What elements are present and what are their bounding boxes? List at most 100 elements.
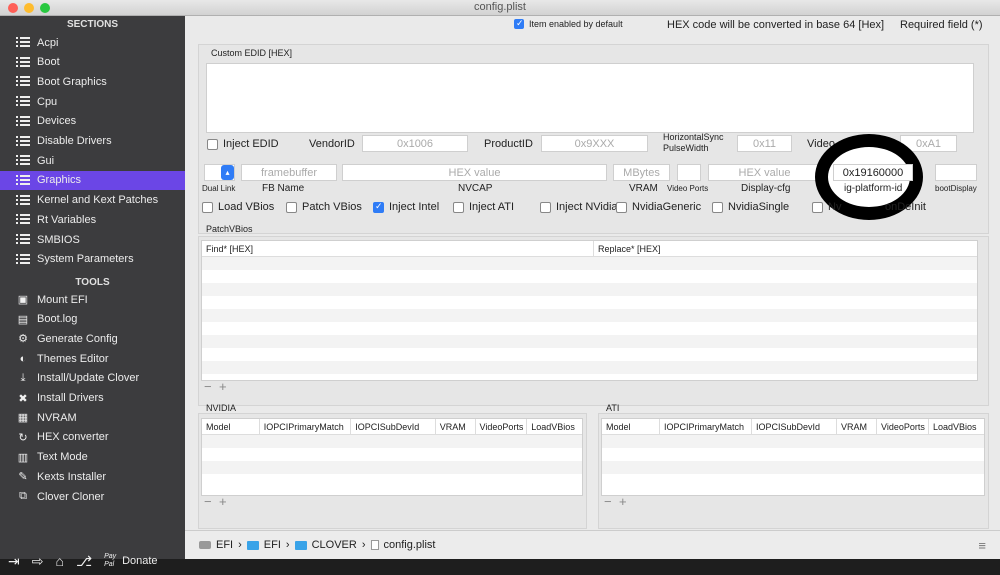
sidebar-item-rt-variables[interactable]: Rt Variables bbox=[0, 210, 185, 229]
sidebar-item-gui[interactable]: Gui bbox=[0, 151, 185, 170]
nvidia-label: NVIDIA bbox=[206, 403, 237, 413]
nvidia-column-header[interactable]: IOPCISubDevId bbox=[351, 419, 436, 434]
nvidia-table[interactable]: Model IOPCIPrimaryMatch IOPCISubDevId VRAM V… bbox=[201, 418, 583, 496]
sidebar-item-text-mode[interactable]: ▥ Text Mode bbox=[0, 448, 185, 467]
sidebar-item-disable-drivers[interactable]: Disable Drivers bbox=[0, 132, 185, 151]
checkbox-nvidiasingle[interactable]: NvidiaSingle bbox=[712, 201, 789, 213]
checkbox-nvidiageneric[interactable]: NvidiaGeneric bbox=[616, 201, 701, 213]
product-field[interactable]: 0x9XXX bbox=[541, 135, 648, 152]
nvidia-remove-button[interactable]: − bbox=[204, 494, 212, 509]
ati-column-header[interactable]: Model bbox=[602, 419, 660, 434]
sidebar-item-smbios[interactable]: SMBIOS bbox=[0, 230, 185, 249]
sidebar-item-install-update-clover[interactable]: ⤓ Install/Update Clover bbox=[0, 369, 185, 388]
inject-edid-checkbox[interactable]: Inject EDID bbox=[207, 138, 279, 150]
checkbox-inject-intel[interactable]: Inject Intel bbox=[373, 201, 439, 213]
sidebar-item-hex-converter[interactable]: ↻ HEX converter bbox=[0, 428, 185, 447]
patchvbios-table[interactable]: Find* [HEX] Replace* [HEX] bbox=[201, 240, 978, 381]
dual-link-select[interactable]: ▴ bbox=[204, 164, 235, 181]
checkbox-ondeinit[interactable]: onDeInit bbox=[885, 201, 926, 213]
nvidia-column-header[interactable]: Model bbox=[202, 419, 260, 434]
ati-add-button[interactable]: + bbox=[619, 494, 627, 509]
list-icon bbox=[16, 155, 30, 167]
pulsewidth-label: PulseWidth bbox=[663, 143, 709, 153]
checkbox-label: Inject ATI bbox=[469, 201, 515, 213]
folder-icon bbox=[294, 540, 307, 550]
ati-column-header[interactable]: IOPCIPrimaryMatch bbox=[660, 419, 752, 434]
checkbox-box[interactable] bbox=[453, 201, 464, 213]
sidebar-item-themes-editor[interactable]: ◐ Themes Editor bbox=[0, 349, 185, 368]
sidebar-item-cpu[interactable]: Cpu bbox=[0, 92, 185, 111]
sidebar-item-label: Generate Config bbox=[37, 332, 118, 345]
sidebar-item-generate-config[interactable]: ⚙ Generate Config bbox=[0, 329, 185, 348]
hex-note: HEX code will be converted in base 64 [H… bbox=[667, 19, 885, 31]
path-item-efi-1[interactable]: EFI bbox=[216, 539, 233, 551]
sidebar-item-kernel-and-kext-patches[interactable]: Kernel and Kext Patches bbox=[0, 191, 185, 210]
sidebar-item-graphics[interactable]: Graphics bbox=[0, 170, 185, 190]
sidebar-item-label: Devices bbox=[37, 115, 77, 128]
sidebar-item-boot-log[interactable]: ▤ Boot.log bbox=[0, 310, 185, 329]
home-icon[interactable]: ⌂ bbox=[55, 553, 63, 569]
checkbox-box[interactable] bbox=[616, 201, 627, 213]
checkbox-box[interactable] bbox=[812, 201, 823, 213]
sidebar-item-kexts-installer[interactable]: ✎ Kexts Installer bbox=[0, 467, 185, 486]
boot-display-field[interactable] bbox=[935, 164, 977, 181]
sidebar-item-install-drivers[interactable]: ✖ Install Drivers bbox=[0, 389, 185, 408]
sidebar-item-devices[interactable]: Devices bbox=[0, 112, 185, 131]
donate-button[interactable]: Donate bbox=[122, 555, 157, 567]
checkbox-load-vbios[interactable]: Load VBios bbox=[202, 201, 274, 213]
path-item-config[interactable]: config.plist bbox=[384, 539, 436, 551]
sidebar-item-boot-graphics[interactable]: Boot Graphics bbox=[0, 72, 185, 91]
checkbox-box[interactable] bbox=[540, 201, 551, 213]
nvidia-column-header[interactable]: LoadVBios bbox=[527, 419, 582, 434]
sidebar-item-boot[interactable]: Boot bbox=[0, 53, 185, 72]
patch-add-button[interactable]: + bbox=[219, 379, 227, 394]
checkbox-inject-ati[interactable]: Inject ATI bbox=[453, 201, 514, 213]
import-icon[interactable]: ⇥ bbox=[8, 553, 20, 570]
find-column-header[interactable]: Find* [HEX] bbox=[202, 241, 594, 256]
replace-column-header[interactable]: Replace* [HEX] bbox=[594, 241, 977, 256]
ati-table[interactable]: Model IOPCIPrimaryMatch IOPCISubDevId VRAM V… bbox=[601, 418, 985, 496]
checkbox-box[interactable] bbox=[373, 201, 384, 213]
vendor-field[interactable]: 0x1006 bbox=[362, 135, 468, 152]
menu-lines-icon[interactable]: ≡ bbox=[978, 538, 986, 553]
video-ports-label: Video Ports bbox=[667, 184, 709, 193]
ati-column-header[interactable]: LoadVBios bbox=[929, 419, 984, 434]
checkbox-inject-nvidia[interactable]: Inject NVidia bbox=[540, 201, 618, 213]
fb-name-field[interactable]: framebuffer bbox=[241, 164, 337, 181]
sidebar-item-nvram[interactable]: ▦ NVRAM bbox=[0, 408, 185, 427]
nvidia-column-header[interactable]: VRAM bbox=[436, 419, 476, 434]
edid-textarea[interactable] bbox=[206, 63, 974, 133]
ati-remove-button[interactable]: − bbox=[604, 494, 612, 509]
sidebar-item-acpi[interactable]: Acpi bbox=[0, 33, 185, 52]
ati-column-header[interactable]: VideoPorts bbox=[877, 419, 929, 434]
sidebar-item-system-parameters[interactable]: System Parameters bbox=[0, 250, 185, 269]
checkbox-label: Nv bbox=[828, 201, 842, 213]
display-cfg-field[interactable]: HEX value bbox=[708, 164, 821, 181]
sidebar-item-mount-efi[interactable]: ▣ Mount EFI bbox=[0, 290, 185, 309]
nvidia-column-header[interactable]: VideoPorts bbox=[476, 419, 528, 434]
list-icon bbox=[16, 234, 30, 246]
checkbox-box[interactable] bbox=[712, 201, 723, 213]
checkbox-nv[interactable]: Nv bbox=[812, 201, 841, 213]
nvidia-add-button[interactable]: + bbox=[219, 494, 227, 509]
export-icon[interactable]: ⇨ bbox=[32, 553, 44, 570]
patch-remove-button[interactable]: − bbox=[204, 379, 212, 394]
ati-column-header[interactable]: IOPCISubDevId bbox=[752, 419, 837, 434]
ati-column-header[interactable]: VRAM bbox=[837, 419, 877, 434]
path-item-clover[interactable]: CLOVER bbox=[312, 539, 357, 551]
vram-field[interactable]: MBytes bbox=[613, 164, 670, 181]
path-bar: EFI › EFI › CLOVER › config.plist ≡ bbox=[185, 530, 1000, 559]
drivers-icon: ✖ bbox=[18, 392, 28, 405]
video-ports-field[interactable] bbox=[677, 164, 701, 181]
nvcap-field[interactable]: HEX value bbox=[342, 164, 607, 181]
hsync-field[interactable]: 0x11 bbox=[737, 135, 792, 152]
share-icon[interactable]: ⎇ bbox=[76, 553, 92, 570]
list-icon bbox=[16, 135, 30, 147]
checkbox-box[interactable] bbox=[286, 201, 297, 213]
path-item-efi-2[interactable]: EFI bbox=[264, 539, 281, 551]
checkbox-box[interactable] bbox=[202, 201, 213, 213]
sidebar-item-clover-cloner[interactable]: ⧉ Clover Cloner bbox=[0, 487, 185, 506]
checkbox-patch-vbios[interactable]: Patch VBios bbox=[286, 201, 362, 213]
ig-platform-id-field[interactable]: 0x19160000 bbox=[833, 164, 913, 181]
nvidia-column-header[interactable]: IOPCIPrimaryMatch bbox=[260, 419, 352, 434]
